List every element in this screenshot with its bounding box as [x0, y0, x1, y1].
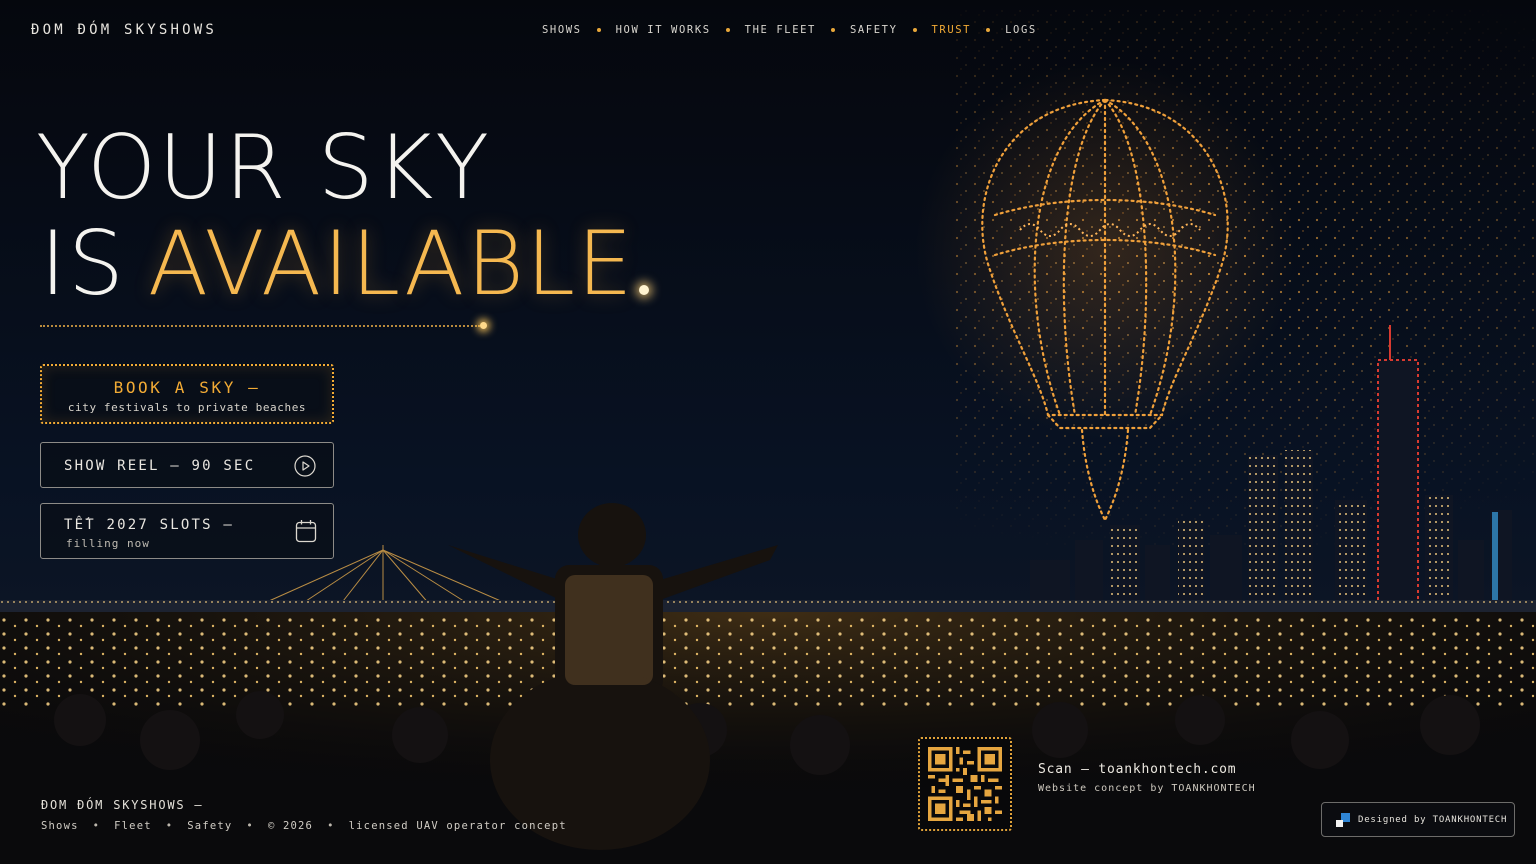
- brand-logo-text[interactable]: ĐOM ĐÓM SKYSHOWS: [31, 22, 217, 38]
- nav-item-safety[interactable]: SAFETY: [850, 24, 898, 36]
- nav-item-trust[interactable]: TRUST: [932, 24, 972, 36]
- tet-2027-slots-button[interactable]: TẾT 2027 SLOTS — filling now: [40, 503, 334, 559]
- nav-item-shows[interactable]: SHOWS: [542, 24, 582, 36]
- tet-slots-subtitle: filling now: [66, 537, 150, 550]
- nav-separator-dot: [986, 28, 991, 32]
- designed-by-badge[interactable]: Designed by TOANKHONTECH: [1321, 802, 1515, 837]
- qr-code-icon: [928, 747, 1002, 821]
- hero-title-word-available: AVAILABLE: [147, 212, 635, 315]
- show-reel-button[interactable]: SHOW REEL — 90 SEC: [40, 442, 334, 488]
- footer-brand: ĐOM ĐÓM SKYSHOWS —: [41, 798, 204, 812]
- show-reel-label: SHOW REEL — 90 SEC: [64, 458, 256, 474]
- scan-website-text[interactable]: Scan — toankhontech.com: [1038, 762, 1236, 777]
- hero-title-line-2: IS AVAILABLE: [40, 220, 635, 308]
- footer-separator: •: [246, 820, 254, 832]
- book-a-sky-button[interactable]: BOOK A SKY — city festivals to private b…: [40, 364, 334, 424]
- nav-item-how-it-works[interactable]: HOW IT WORKS: [616, 24, 711, 36]
- main-nav: SHOWS HOW IT WORKS THE FLEET SAFETY TRUS…: [542, 24, 1037, 36]
- footer-link-safety[interactable]: Safety: [187, 820, 232, 832]
- designed-by-label: Designed by TOANKHONTECH: [1358, 814, 1508, 825]
- footer-links: Shows • Fleet • Safety • © 2026 • licens…: [41, 820, 567, 832]
- footer-link-shows[interactable]: Shows: [41, 820, 79, 832]
- hero-glowing-period: [639, 285, 649, 295]
- qr-code[interactable]: [918, 737, 1012, 831]
- calendar-icon: [295, 520, 317, 543]
- footer-link-fleet[interactable]: Fleet: [114, 820, 152, 832]
- nav-separator-dot: [912, 28, 917, 32]
- divider-glow-dot: [480, 322, 487, 329]
- nav-separator-dot: [830, 28, 835, 32]
- nav-item-logs[interactable]: LOGS: [1005, 24, 1037, 36]
- hero-title-word-is: IS: [40, 212, 126, 315]
- footer-separator: •: [165, 820, 174, 832]
- nav-separator-dot: [596, 28, 601, 32]
- website-concept-credit: Website concept by TOANKHONTECH: [1038, 783, 1256, 794]
- nav-separator-dot: [725, 28, 730, 32]
- footer-separator: •: [327, 820, 335, 832]
- hero-title-line-1: YOUR SKY: [36, 116, 492, 219]
- book-a-sky-title: BOOK A SKY —: [113, 378, 261, 397]
- toankhontech-logo-icon: [1336, 812, 1350, 827]
- play-circle-icon: [294, 455, 316, 477]
- footer-separator: •: [92, 820, 101, 832]
- nav-item-the-fleet[interactable]: THE FLEET: [745, 24, 816, 36]
- tet-slots-title: TẾT 2027 SLOTS —: [64, 517, 235, 533]
- footer-copyright: © 2026: [267, 820, 314, 832]
- hero-dotted-divider: [40, 325, 480, 327]
- book-a-sky-subtitle: city festivals to private beaches: [67, 401, 307, 414]
- footer-license-note: licensed UAV operator concept: [348, 820, 567, 832]
